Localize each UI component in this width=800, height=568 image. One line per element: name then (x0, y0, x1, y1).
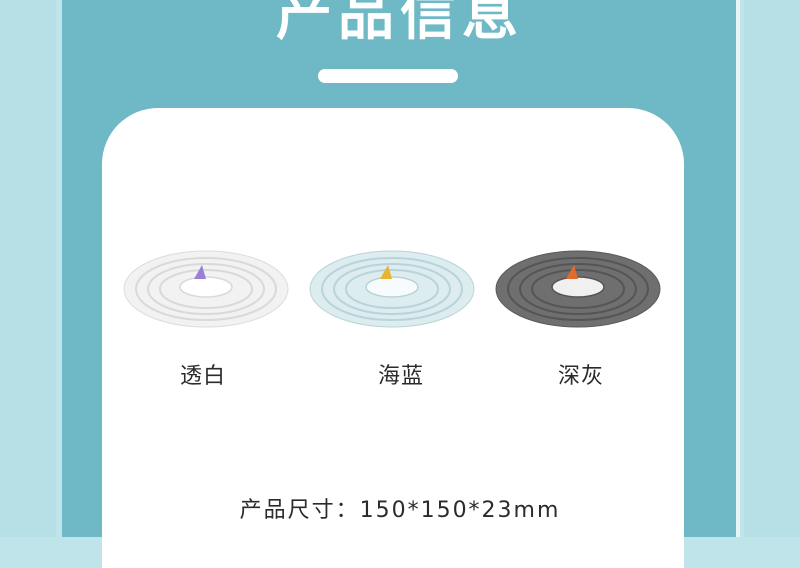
drain-cover-blue-icon (309, 250, 475, 328)
title-underline (318, 69, 458, 83)
product-image-blue (308, 247, 476, 331)
product-size-spec: 产品尺寸：150*150*23mm (239, 498, 561, 523)
product-label-white: 透白 (179, 364, 226, 389)
left-background-stripe (0, 0, 56, 537)
product-label-blue: 海蓝 (377, 364, 424, 389)
right-background-stripe (744, 0, 800, 537)
page-title: 产品信息 (276, 0, 524, 48)
product-image-white (122, 247, 290, 331)
drain-cover-white-icon (123, 250, 289, 328)
product-label-gray: 深灰 (557, 364, 604, 389)
product-image-gray (494, 247, 662, 331)
drain-cover-gray-icon (495, 250, 661, 328)
panel-edge (736, 0, 740, 537)
